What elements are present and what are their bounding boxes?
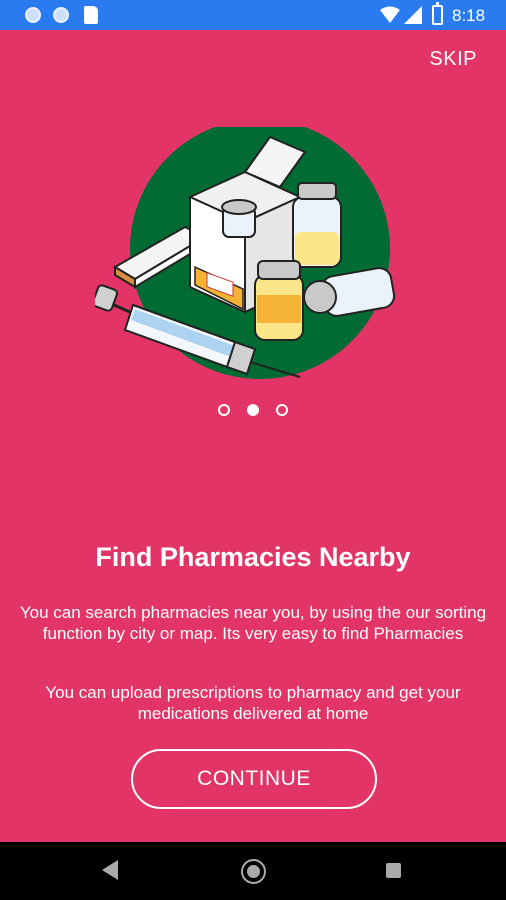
page-indicator	[0, 404, 506, 416]
description-text: You can search pharmacies near you, by u…	[19, 603, 487, 643]
wifi-icon	[380, 6, 400, 23]
page-title: Find Pharmacies Nearby	[95, 542, 411, 572]
description-text: You can upload prescriptions to pharmacy…	[45, 683, 461, 723]
sd-card-icon	[84, 6, 98, 24]
vial-shape	[292, 182, 342, 268]
skip-button[interactable]: SKIP	[429, 48, 477, 71]
battery-icon	[432, 2, 443, 25]
notification-icon	[25, 7, 41, 23]
medicine-supplies-icon	[95, 127, 396, 379]
status-time: 8:18	[452, 6, 486, 25]
back-icon[interactable]	[102, 860, 118, 880]
page-dot-active[interactable]	[247, 404, 259, 416]
notification-icon	[53, 7, 69, 23]
recents-icon[interactable]	[386, 863, 401, 878]
navigation-bar	[0, 842, 506, 900]
continue-button[interactable]: CONTINUE	[131, 749, 377, 809]
signal-icon	[404, 6, 422, 24]
small-vial-shape	[221, 199, 257, 238]
status-bar: 8:18	[0, 0, 506, 30]
medicine-bottle-shape	[254, 260, 304, 341]
home-icon[interactable]	[241, 859, 266, 884]
page-dot[interactable]	[218, 404, 230, 416]
page-dot[interactable]	[276, 404, 288, 416]
